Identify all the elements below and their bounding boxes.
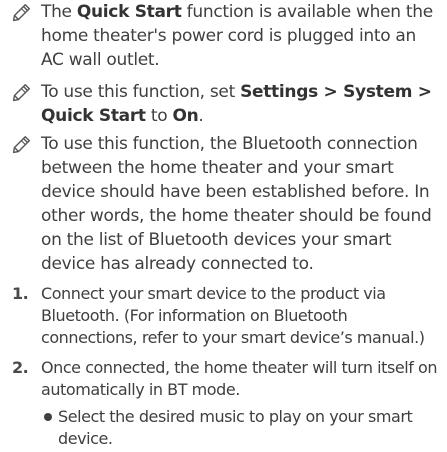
note-text: To use this function, set Settings > Sys… xyxy=(41,82,432,126)
note-text: The Quick Start function is available wh… xyxy=(41,2,433,70)
step-number: 2. xyxy=(12,358,29,377)
note-bluetooth-requirement: To use this function, the Bluetooth conn… xyxy=(12,132,442,276)
bullet-text: Select the desired music to play on your… xyxy=(58,407,413,448)
step-2-bullet: Select the desired music to play on your… xyxy=(41,406,441,450)
bullet-dot-icon xyxy=(44,413,52,421)
step-number: 1. xyxy=(12,284,29,303)
note-text: To use this function, the Bluetooth conn… xyxy=(41,134,432,274)
step-text: Once connected, the home theater will tu… xyxy=(41,358,438,399)
note-pencil-icon xyxy=(12,4,30,22)
note-pencil-icon xyxy=(12,136,30,154)
manual-page: The Quick Start function is available wh… xyxy=(0,0,447,452)
step-1: 1. Connect your smart device to the prod… xyxy=(12,283,442,349)
note-quick-start-setting: To use this function, set Settings > Sys… xyxy=(12,80,442,128)
note-pencil-icon xyxy=(12,84,30,102)
step-2: 2. Once connected, the home theater will… xyxy=(12,357,442,401)
step-text: Connect your smart device to the product… xyxy=(41,284,425,347)
note-quick-start-availability: The Quick Start function is available wh… xyxy=(12,0,442,72)
